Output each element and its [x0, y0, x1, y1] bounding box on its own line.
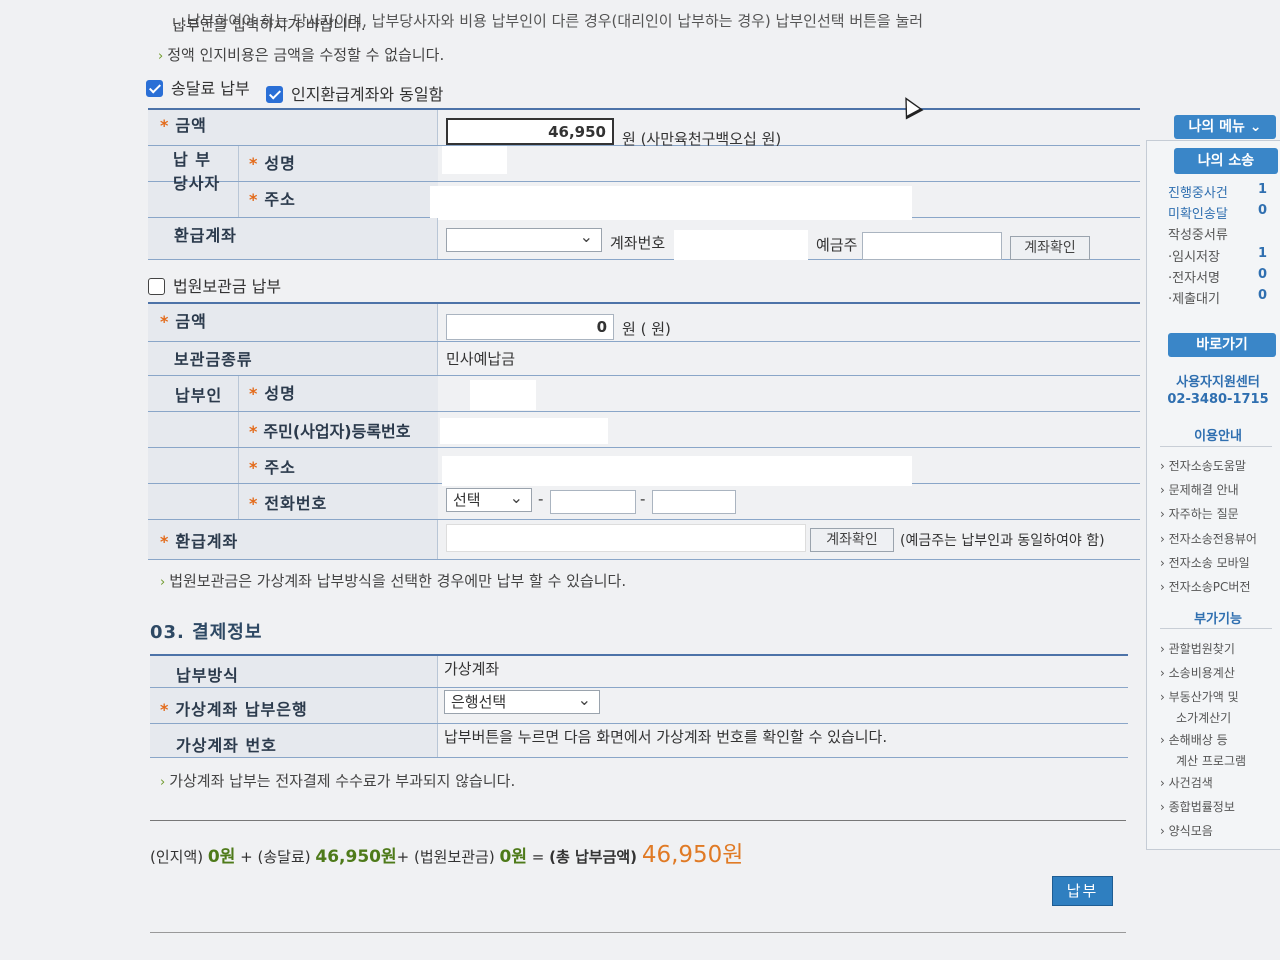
arrow-icon: ›	[160, 575, 166, 590]
delivery-amount-row: * 금액 46,950 원 (사만육천구백오십 원)	[148, 108, 1140, 148]
same-account-checkbox-row[interactable]: 인지환급계좌와 동일함	[266, 81, 443, 105]
sidebar-item-pending-submit[interactable]: ·제출대기	[1168, 288, 1220, 307]
same-account-checkbox[interactable]	[266, 86, 283, 103]
depositor-phone-row: *전화번호 선택 - -	[148, 484, 1140, 520]
deposit-refund-row: * 환급계좌 계좌확인 (예금주는 납부인과 동일하여야 함)	[148, 520, 1140, 560]
sidebar-item-forms[interactable]: › 양식모음	[1160, 822, 1213, 839]
depositor-address-row: * 주소	[148, 448, 1140, 486]
guide-heading: 이용안내	[1194, 429, 1242, 444]
deposit-total: 0원	[499, 847, 527, 867]
virtual-account-note: 납부버튼을 누르면 다음 화면에서 가상계좌 번호를 확인할 수 있습니다.	[444, 728, 888, 746]
grand-total: 46,950원	[641, 842, 744, 868]
payment-method-row: 납부방식 가상계좌	[150, 654, 1128, 688]
depositor-name-value	[470, 380, 536, 410]
sidebar-count-temp-saved[interactable]: 1	[1258, 246, 1267, 261]
refund-holder-note: (예금주는 납부인과 동일하여야 함)	[900, 533, 1105, 549]
sidebar-item-property-value[interactable]: › 부동산가액 및	[1160, 688, 1239, 705]
sidebar-item-case-search[interactable]: › 사건검색	[1160, 774, 1213, 791]
sidebar-item-unconfirmed[interactable]: 미확인송달	[1168, 203, 1228, 222]
refund-account-row: 환급계좌 계좌번호 예금주 계좌확인	[148, 218, 1140, 260]
payment-bank-select[interactable]: 은행선택	[444, 689, 600, 714]
deposit-checkbox[interactable]	[148, 278, 165, 295]
pay-button[interactable]: 납부	[1052, 876, 1113, 906]
phone-last-input[interactable]	[652, 490, 736, 514]
payment-bank-row: * 가상계좌 납부은행 은행선택	[150, 688, 1128, 724]
holder-label: 예금주	[816, 236, 858, 254]
sidebar-item-property-value-2[interactable]: 소가계산기	[1176, 709, 1231, 726]
total-summary: (인지액) 0원 + (송달료) 46,950원+ (법원보관금) 0원 = (…	[150, 842, 744, 868]
deposit-notice: › 법원보관금은 가상계좌 납부방식을 선택한 경우에만 납부 할 수 있습니다.	[160, 572, 627, 590]
sidebar-count-e-signature[interactable]: 0	[1258, 267, 1267, 282]
phone-dash-1: -	[538, 490, 544, 508]
extra-heading: 부가기능	[1194, 612, 1242, 627]
deposit-amount-row: * 금액 0 원 ( 원)	[148, 302, 1140, 342]
delivery-fee-checkbox-row[interactable]: 송달료 납부	[146, 75, 250, 99]
sidebar-count-unconfirmed[interactable]: 0	[1258, 203, 1267, 218]
intro-text-2: 납부인을 입력하시기 바랍니다.	[172, 16, 366, 34]
sidebar-item-viewer[interactable]: › 전자소송전용뷰어	[1160, 530, 1257, 547]
depositor-id-value	[440, 418, 608, 444]
bank-select[interactable]	[446, 227, 602, 252]
sidebar-item-temp-saved[interactable]: ·임시저장	[1168, 246, 1220, 265]
support-center-link[interactable]: 사용자지원센터	[1158, 371, 1278, 390]
arrow-icon: ›	[160, 775, 166, 790]
delivery-fee-checkbox[interactable]	[146, 80, 163, 97]
my-menu-button[interactable]: 나의 메뉴 ⌄	[1174, 115, 1276, 139]
phone-middle-input[interactable]	[550, 490, 636, 514]
sidebar-item-court-finder[interactable]: › 관할법원찾기	[1160, 640, 1235, 657]
fixed-amount-notice: › 정액 인지비용은 금액을 수정할 수 없습니다.	[158, 46, 445, 64]
sidebar-count-pending-submit[interactable]: 0	[1258, 288, 1267, 303]
bottom-divider	[150, 932, 1126, 933]
phone-dash-2: -	[640, 490, 646, 508]
payer-label: 납 부 당사자	[173, 150, 221, 193]
verify-account-button[interactable]: 계좌확인	[1010, 236, 1090, 260]
deposit-type-row: 보관금종류 민사예납금	[148, 342, 1140, 376]
payment-section-title: 03. 결제정보	[150, 622, 263, 643]
sidebar-item-damages-2[interactable]: 계산 프로그램	[1176, 752, 1246, 769]
divider	[150, 820, 1126, 821]
sidebar-item-e-signature[interactable]: ·전자서명	[1168, 267, 1220, 286]
depositor-address-value	[442, 456, 912, 486]
stamp-total: 0원	[207, 847, 236, 867]
sidebar-item-drafting: 작성중서류	[1168, 228, 1228, 243]
depositor-name-row: * 성명	[148, 376, 1140, 412]
sidebar-item-in-progress[interactable]: 진행중사건	[1168, 182, 1228, 201]
account-number-label: 계좌번호	[610, 234, 666, 252]
chevron-down-icon: ⌄	[1249, 119, 1262, 135]
holder-input[interactable]	[862, 232, 1002, 260]
deposit-amount-korean: 원 ( 원)	[622, 320, 671, 338]
deposit-refund-input[interactable]	[446, 524, 806, 552]
delivery-total: 46,950원	[315, 847, 397, 867]
deposit-amount-input[interactable]: 0	[446, 314, 614, 340]
sidebar-item-pc[interactable]: › 전자소송PC버전	[1160, 578, 1250, 595]
payment-page: …납부하여야 하는 당사자이며, 납부당사자와 비용 납부인이 다른 경우(대리…	[0, 0, 1280, 960]
sidebar-item-help[interactable]: › 전자소송도움말	[1160, 457, 1246, 474]
deposit-type-value: 민사예납금	[446, 350, 516, 368]
shortcut-tab[interactable]: 바로가기	[1168, 333, 1276, 357]
sidebar-item-troubleshoot[interactable]: › 문제해결 안내	[1160, 481, 1239, 498]
sidebar-item-mobile[interactable]: › 전자소송 모바일	[1160, 554, 1250, 571]
phone-prefix-select[interactable]: 선택	[446, 487, 532, 512]
virtual-account-row: 가상계좌 번호 납부버튼을 누르면 다음 화면에서 가상계좌 번호를 확인할 수…	[150, 724, 1128, 758]
payer-name-value	[442, 146, 507, 174]
my-case-tab[interactable]: 나의 소송	[1174, 148, 1278, 174]
virtual-account-notice: › 가상계좌 납부는 전자결제 수수료가 부과되지 않습니다.	[160, 772, 516, 790]
payer-name-row: * 성명	[148, 146, 1140, 182]
support-phone: 02-3480-1715	[1167, 392, 1269, 407]
payer-address-row: * 주소	[148, 182, 1140, 220]
payer-address-value	[430, 186, 912, 220]
payment-method-value: 가상계좌	[444, 660, 500, 678]
sidebar-item-cost-calc[interactable]: › 소송비용계산	[1160, 664, 1235, 681]
delivery-amount-input[interactable]: 46,950	[446, 118, 614, 145]
deposit-checkbox-row[interactable]: 법원보관금 납부	[148, 273, 281, 297]
sidebar-item-damages[interactable]: › 손해배상 등	[1160, 731, 1228, 748]
arrow-icon: ›	[158, 49, 164, 64]
account-number-input[interactable]	[674, 230, 808, 260]
sidebar-item-law-info[interactable]: › 종합법률정보	[1160, 798, 1235, 815]
sidebar-item-faq[interactable]: › 자주하는 질문	[1160, 505, 1239, 522]
depositor-id-row: * 주민(사업자)등록번호	[148, 412, 1140, 448]
depositor-label: 납부인	[175, 386, 223, 405]
sidebar-count-in-progress[interactable]: 1	[1258, 182, 1267, 197]
deposit-verify-button[interactable]: 계좌확인	[810, 528, 894, 552]
